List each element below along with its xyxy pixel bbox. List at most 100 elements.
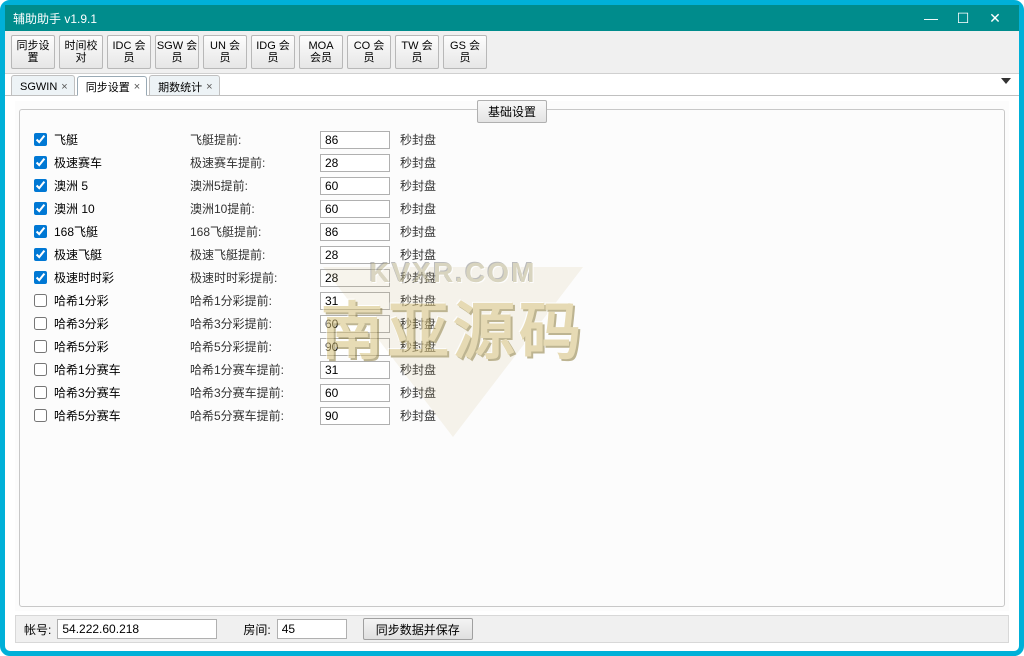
- seconds-input[interactable]: [320, 407, 390, 425]
- content-area: 基础设置 飞艇飞艇提前:秒封盘极速赛车极速赛车提前:秒封盘澳洲 5澳洲5提前:秒…: [15, 101, 1009, 611]
- setting-row: 极速时时彩极速时时彩提前:秒封盘: [30, 266, 994, 289]
- field-label: 哈希1分赛车提前:: [190, 361, 320, 378]
- checkbox-label: 哈希5分彩: [54, 338, 109, 355]
- groupbox-legend: 基础设置: [477, 100, 547, 123]
- toolbar-button-7[interactable]: CO 会员: [347, 35, 391, 69]
- tab-2[interactable]: 期数统计 ×: [149, 75, 219, 95]
- seconds-input[interactable]: [320, 200, 390, 218]
- suffix-label: 秒封盘: [390, 292, 436, 309]
- tab-strip: SGWIN×同步设置×期数统计×: [5, 74, 1019, 96]
- field-label: 哈希5分彩提前:: [190, 338, 320, 355]
- setting-row: 168飞艇168飞艇提前:秒封盘: [30, 220, 994, 243]
- enable-checkbox[interactable]: [34, 179, 47, 192]
- seconds-input[interactable]: [320, 177, 390, 195]
- seconds-input[interactable]: [320, 384, 390, 402]
- toolbar-button-6[interactable]: MOA会员: [299, 35, 343, 69]
- field-label: 哈希3分赛车提前:: [190, 384, 320, 401]
- maximize-button[interactable]: ☐: [947, 6, 979, 30]
- toolbar-button-8[interactable]: TW 会员: [395, 35, 439, 69]
- tab-0[interactable]: SGWIN ×: [11, 75, 75, 95]
- toolbar-button-0[interactable]: 同步设置: [11, 35, 55, 69]
- seconds-input[interactable]: [320, 154, 390, 172]
- checkbox-label: 极速赛车: [54, 154, 102, 171]
- field-label: 澳洲5提前:: [190, 177, 320, 194]
- seconds-input[interactable]: [320, 269, 390, 287]
- enable-checkbox[interactable]: [34, 202, 47, 215]
- suffix-label: 秒封盘: [390, 338, 436, 355]
- setting-row: 飞艇 飞艇提前: 秒封盘: [30, 128, 994, 151]
- tab-close-icon[interactable]: ×: [134, 81, 140, 93]
- enable-checkbox[interactable]: [34, 248, 47, 261]
- bottom-bar: 帐号: 房间: 同步数据并保存: [15, 615, 1009, 643]
- tab-label: SGWIN: [20, 81, 57, 93]
- settings-rows: 飞艇飞艇提前:秒封盘极速赛车极速赛车提前:秒封盘澳洲 5澳洲5提前:秒封盘澳洲 …: [20, 110, 1004, 445]
- checkbox-label: 哈希3分赛车: [54, 384, 121, 401]
- suffix-label: 秒封盘: [390, 223, 436, 240]
- enable-checkbox[interactable]: [34, 386, 47, 399]
- titlebar: 辅助助手 v1.9.1 — ☐ ✕: [5, 5, 1019, 31]
- toolbar-button-9[interactable]: GS 会员: [443, 35, 487, 69]
- sync-save-button[interactable]: 同步数据并保存: [363, 618, 473, 640]
- setting-row: 澳洲 5澳洲5提前:秒封盘: [30, 174, 994, 197]
- seconds-input[interactable]: [320, 338, 390, 356]
- setting-row: 哈希5分彩 哈希5分彩提前: 秒封盘: [30, 335, 994, 358]
- account-input[interactable]: [57, 619, 217, 639]
- toolbar-button-2[interactable]: IDC 会员: [107, 35, 151, 69]
- checkbox-label: 哈希5分赛车: [54, 407, 121, 424]
- toolbar-button-4[interactable]: UN 会员: [203, 35, 247, 69]
- enable-checkbox[interactable]: [34, 294, 47, 307]
- app-window: 辅助助手 v1.9.1 — ☐ ✕ 同步设置时间校对IDC 会员SGW 会员UN…: [0, 0, 1024, 656]
- seconds-input[interactable]: [320, 246, 390, 264]
- toolbar-button-3[interactable]: SGW 会员: [155, 35, 199, 69]
- suffix-label: 秒封盘: [390, 407, 436, 424]
- enable-checkbox[interactable]: [34, 133, 47, 146]
- room-input[interactable]: [277, 619, 347, 639]
- setting-row: 澳洲 10澳洲10提前:秒封盘: [30, 197, 994, 220]
- setting-row: 哈希1分彩哈希1分彩提前:秒封盘: [30, 289, 994, 312]
- tab-close-icon[interactable]: ×: [206, 81, 212, 93]
- tab-1[interactable]: 同步设置×: [77, 76, 147, 96]
- main-toolbar: 同步设置时间校对IDC 会员SGW 会员UN 会员IDG 会员MOA会员CO 会…: [5, 31, 1019, 74]
- seconds-input[interactable]: [320, 361, 390, 379]
- checkbox-label: 澳洲 5: [54, 177, 88, 194]
- window-controls: — ☐ ✕: [915, 6, 1011, 30]
- seconds-input[interactable]: [320, 223, 390, 241]
- room-label: 房间:: [243, 621, 270, 638]
- field-label: 飞艇提前:: [190, 131, 320, 148]
- tab-overflow-icon[interactable]: [1001, 78, 1011, 84]
- field-label: 澳洲10提前:: [190, 200, 320, 217]
- checkbox-label: 极速飞艇: [54, 246, 102, 263]
- enable-checkbox[interactable]: [34, 317, 47, 330]
- enable-checkbox[interactable]: [34, 340, 47, 353]
- field-label: 哈希5分赛车提前:: [190, 407, 320, 424]
- tab-close-icon[interactable]: ×: [61, 81, 67, 93]
- checkbox-label: 飞艇: [54, 131, 78, 148]
- checkbox-label: 哈希3分彩: [54, 315, 109, 332]
- seconds-input[interactable]: [320, 131, 390, 149]
- suffix-label: 秒封盘: [390, 315, 436, 332]
- field-label: 极速飞艇提前:: [190, 246, 320, 263]
- setting-row: 极速飞艇 极速飞艇提前: 秒封盘: [30, 243, 994, 266]
- suffix-label: 秒封盘: [390, 246, 436, 263]
- minimize-button[interactable]: —: [915, 6, 947, 30]
- enable-checkbox[interactable]: [34, 271, 47, 284]
- window-title: 辅助助手 v1.9.1: [13, 10, 915, 27]
- field-label: 哈希1分彩提前:: [190, 292, 320, 309]
- field-label: 哈希3分彩提前:: [190, 315, 320, 332]
- suffix-label: 秒封盘: [390, 154, 436, 171]
- suffix-label: 秒封盘: [390, 131, 436, 148]
- enable-checkbox[interactable]: [34, 156, 47, 169]
- enable-checkbox[interactable]: [34, 363, 47, 376]
- enable-checkbox[interactable]: [34, 409, 47, 422]
- toolbar-button-1[interactable]: 时间校对: [59, 35, 103, 69]
- setting-row: 哈希3分彩 哈希3分彩提前: 秒封盘: [30, 312, 994, 335]
- tab-label: 期数统计: [158, 79, 202, 95]
- suffix-label: 秒封盘: [390, 384, 436, 401]
- close-button[interactable]: ✕: [979, 6, 1011, 30]
- checkbox-label: 极速时时彩: [54, 269, 114, 286]
- toolbar-button-5[interactable]: IDG 会员: [251, 35, 295, 69]
- seconds-input[interactable]: [320, 315, 390, 333]
- enable-checkbox[interactable]: [34, 225, 47, 238]
- seconds-input[interactable]: [320, 292, 390, 310]
- checkbox-label: 哈希1分赛车: [54, 361, 121, 378]
